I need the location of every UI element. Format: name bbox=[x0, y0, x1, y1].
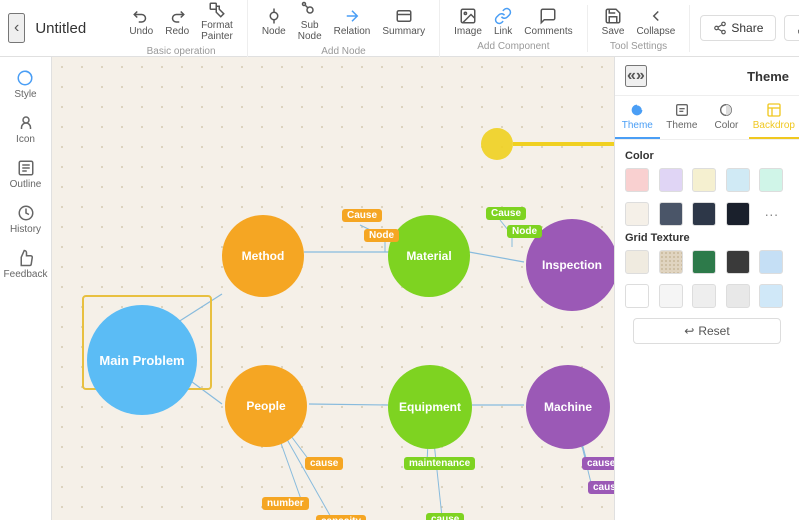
sidebar-item-history[interactable]: History bbox=[10, 204, 41, 235]
connector-lines bbox=[52, 57, 614, 520]
save-button[interactable]: Save bbox=[598, 5, 629, 39]
panel-tabs: Theme Theme Color Backdrop bbox=[615, 96, 799, 140]
basic-operation-group: Undo Redo Format Painter Basic operation bbox=[125, 0, 248, 57]
tab-backdrop[interactable]: Backdrop bbox=[749, 96, 799, 139]
texture-swatch-dots-light[interactable] bbox=[625, 250, 649, 274]
node-material[interactable]: Material bbox=[388, 215, 470, 297]
color-swatch[interactable] bbox=[759, 168, 783, 192]
texture-swatch-plain2[interactable] bbox=[659, 284, 683, 308]
texture-swatch-plain[interactable] bbox=[625, 284, 649, 308]
label-cause1: Cause bbox=[342, 209, 382, 222]
right-panel: «» Theme Theme Theme Color Backdrop bbox=[614, 57, 799, 520]
node-equipment[interactable]: Equipment bbox=[388, 365, 472, 449]
tool-settings-group: Save Collapse Tool Settings bbox=[598, 5, 691, 52]
redo-button[interactable]: Redo bbox=[161, 5, 193, 39]
texture-swatch-solid-green[interactable] bbox=[692, 250, 716, 274]
node-people[interactable]: People bbox=[225, 365, 307, 447]
sidebar-item-icon[interactable]: Icon bbox=[16, 114, 35, 145]
toolbar: ‹ Untitled Undo Redo Format Painter Basi… bbox=[0, 0, 799, 57]
tab-theme-text[interactable]: Theme bbox=[660, 96, 705, 139]
main-area: Style Icon Outline History Feedback bbox=[0, 57, 799, 520]
summary-button[interactable]: Summary bbox=[378, 5, 429, 39]
label-node1: Node bbox=[364, 229, 399, 242]
node-button[interactable]: Node bbox=[258, 5, 290, 39]
color-swatch[interactable] bbox=[726, 202, 750, 226]
color-swatch[interactable] bbox=[625, 168, 649, 192]
link-button[interactable]: Link bbox=[490, 5, 516, 39]
texture-swatch-plain4[interactable] bbox=[726, 284, 750, 308]
label-cause3: cause bbox=[305, 457, 343, 470]
document-title: Untitled bbox=[35, 20, 115, 37]
node-main-problem[interactable]: Main Problem bbox=[87, 305, 197, 415]
grid-texture-section-title: Grid Texture bbox=[625, 232, 789, 244]
node-method[interactable]: Method bbox=[222, 215, 304, 297]
relation-button[interactable]: Relation bbox=[330, 5, 375, 39]
color-swatch[interactable] bbox=[692, 202, 716, 226]
label-cause6: cause bbox=[588, 481, 614, 494]
label-cause5: cause bbox=[582, 457, 614, 470]
basic-operation-buttons: Undo Redo Format Painter bbox=[125, 0, 237, 44]
reset-button[interactable]: ↩ Reset bbox=[633, 318, 781, 344]
label-maintenance1: maintenance bbox=[404, 457, 475, 470]
reset-label: Reset bbox=[698, 324, 729, 338]
panel-body: Color ··· Grid Texture bbox=[615, 140, 799, 520]
left-sidebar: Style Icon Outline History Feedback bbox=[0, 57, 52, 520]
texture-swatch-plain3[interactable] bbox=[692, 284, 716, 308]
panel-expand-button[interactable]: «» bbox=[625, 65, 647, 87]
color-more-button[interactable]: ··· bbox=[759, 202, 783, 226]
share-button[interactable]: Share bbox=[700, 15, 776, 41]
add-component-buttons: Image Link Comments bbox=[450, 5, 577, 39]
tab-theme-icon[interactable]: Theme bbox=[615, 96, 660, 139]
export-button[interactable]: Export bbox=[784, 15, 799, 41]
add-component-group: Image Link Comments Add Component bbox=[450, 5, 588, 52]
color-swatch[interactable] bbox=[659, 202, 683, 226]
sidebar-item-feedback[interactable]: Feedback bbox=[4, 249, 48, 280]
texture-swatch-solid-dark[interactable] bbox=[726, 250, 750, 274]
comments-button[interactable]: Comments bbox=[520, 5, 576, 39]
sub-node-button[interactable]: Sub Node bbox=[294, 0, 326, 44]
texture-swatches-row1 bbox=[625, 250, 789, 274]
sidebar-item-outline[interactable]: Outline bbox=[10, 159, 42, 190]
toolbar-right: Share Export bbox=[700, 15, 799, 41]
label-number1: number bbox=[262, 497, 309, 510]
node-machine[interactable]: Machine bbox=[526, 365, 610, 449]
annotation-arrow bbox=[467, 119, 614, 169]
color-swatches-row1 bbox=[625, 168, 789, 192]
texture-swatch-blue-light[interactable] bbox=[759, 250, 783, 274]
diagram-canvas[interactable]: Main Problem Method Material Inspection … bbox=[52, 57, 614, 520]
label-cause2: Cause bbox=[486, 207, 526, 220]
back-button[interactable]: ‹ bbox=[8, 13, 25, 43]
texture-swatch-dots-medium[interactable] bbox=[659, 250, 683, 274]
add-node-group: Node Sub Node Relation Summary Add Node bbox=[258, 0, 440, 57]
tool-settings-buttons: Save Collapse bbox=[598, 5, 680, 39]
reset-icon: ↩ bbox=[684, 324, 694, 338]
tab-color[interactable]: Color bbox=[704, 96, 749, 139]
color-swatch[interactable] bbox=[625, 202, 649, 226]
texture-swatches-row2 bbox=[625, 284, 789, 308]
sidebar-item-style[interactable]: Style bbox=[14, 69, 36, 100]
panel-title: Theme bbox=[747, 69, 789, 84]
label-cause4: cause bbox=[426, 513, 464, 520]
collapse-button[interactable]: Collapse bbox=[632, 5, 679, 39]
texture-swatch-blue2[interactable] bbox=[759, 284, 783, 308]
color-swatch[interactable] bbox=[659, 168, 683, 192]
share-label: Share bbox=[731, 21, 763, 35]
color-section-title: Color bbox=[625, 150, 789, 162]
color-swatch[interactable] bbox=[692, 168, 716, 192]
color-swatch[interactable] bbox=[726, 168, 750, 192]
undo-button[interactable]: Undo bbox=[125, 5, 157, 39]
panel-header: «» Theme bbox=[615, 57, 799, 96]
label-capacity1: capacity bbox=[316, 515, 366, 520]
add-node-buttons: Node Sub Node Relation Summary bbox=[258, 0, 429, 44]
color-swatches-row2: ··· bbox=[625, 202, 789, 226]
format-painter-button[interactable]: Format Painter bbox=[197, 0, 237, 44]
image-button[interactable]: Image bbox=[450, 5, 486, 39]
label-node2: Node bbox=[507, 225, 542, 238]
